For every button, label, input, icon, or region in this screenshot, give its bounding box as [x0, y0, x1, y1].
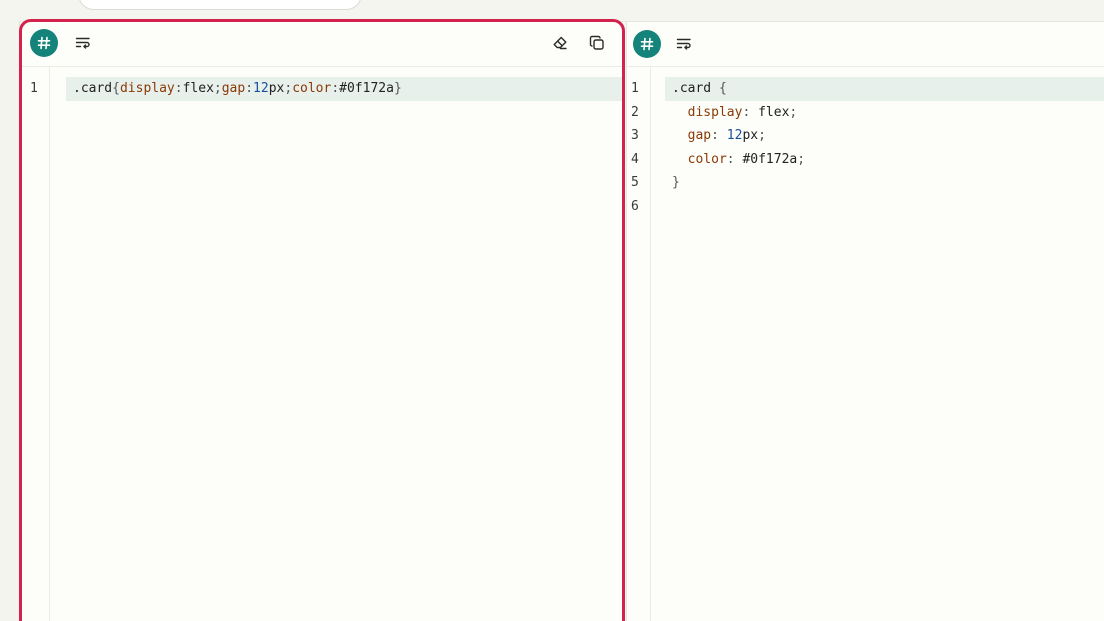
- code-token: :: [245, 81, 254, 96]
- line-number: 1: [631, 81, 639, 96]
- code-token: :: [711, 128, 727, 143]
- code-token: 12: [726, 128, 743, 143]
- code-token: px: [268, 81, 285, 96]
- output-code-editor[interactable]: 123456 .card { display: flex; gap: 12px;…: [627, 67, 1104, 621]
- code-token: ;: [284, 81, 293, 96]
- code-token: :: [726, 151, 743, 167]
- output-editor-pane: 123456 .card { display: flex; gap: 12px;…: [626, 22, 1104, 621]
- code-token: display: [119, 81, 175, 96]
- code-line[interactable]: [665, 195, 1104, 219]
- code-token: #0f172a: [742, 151, 798, 167]
- code-token: #0f172a: [339, 81, 394, 96]
- top-search-pill[interactable]: [78, 0, 362, 10]
- line-number: 5: [631, 175, 639, 190]
- line-number: 1: [30, 81, 38, 96]
- code-line[interactable]: .card {: [665, 77, 1104, 101]
- code-token: .card: [672, 81, 719, 96]
- code-token: gap: [687, 128, 712, 143]
- css-formatter-app: 1 .card{display:flex;gap:12px;color:#0f1…: [0, 0, 1104, 621]
- wrap-lines-button[interactable]: [70, 30, 96, 56]
- code-token: }: [672, 175, 680, 190]
- line-number: 2: [631, 104, 639, 120]
- code-line[interactable]: gap: 12px;: [665, 124, 1104, 148]
- eraser-icon: [553, 36, 567, 50]
- code-token: color: [292, 81, 332, 96]
- wrap-lines-icon: [676, 38, 691, 50]
- input-code-editor[interactable]: 1 .card{display:flex;gap:12px;color:#0f1…: [22, 67, 622, 621]
- code-token: flex: [182, 81, 214, 96]
- outer-side-strip: [0, 21, 20, 621]
- input-editor-toolbar: [22, 22, 622, 67]
- code-token: ;: [213, 81, 222, 96]
- code-content[interactable]: .card{display:flex;gap:12px;color:#0f172…: [66, 67, 622, 621]
- code-token: display: [687, 104, 743, 120]
- code-token: {: [112, 81, 120, 96]
- code-token: :: [742, 104, 759, 120]
- clear-button[interactable]: [547, 30, 573, 56]
- code-token: px: [742, 128, 759, 143]
- code-token: }: [393, 81, 402, 96]
- code-line[interactable]: }: [665, 171, 1104, 195]
- code-token: {: [718, 81, 727, 96]
- output-editor-toolbar: [627, 22, 1104, 67]
- code-token: 12: [253, 81, 269, 96]
- line-number-gutter: 1: [22, 67, 50, 621]
- line-number: 3: [631, 128, 639, 143]
- code-line[interactable]: display: flex;: [665, 101, 1104, 125]
- wrap-lines-icon: [75, 37, 90, 49]
- line-number: 4: [631, 151, 639, 167]
- code-token: gap: [221, 81, 246, 96]
- code-token: ;: [758, 128, 766, 143]
- code-token: :: [174, 81, 183, 96]
- code-line[interactable]: .card{display:flex;gap:12px;color:#0f172…: [66, 77, 622, 101]
- code-token: :: [331, 81, 340, 96]
- code-line[interactable]: color: #0f172a;: [665, 148, 1104, 172]
- line-number-gutter: 1 2 3 4 5 6: [627, 67, 651, 621]
- line-number: 6: [631, 198, 639, 214]
- code-token: ;: [797, 151, 806, 167]
- copy-icon: [589, 35, 604, 50]
- code-token: ;: [789, 104, 798, 120]
- code-token: flex: [758, 104, 790, 120]
- code-token: .card: [73, 81, 113, 96]
- copy-button[interactable]: [584, 30, 610, 56]
- code-token: color: [687, 151, 727, 167]
- hash-icon[interactable]: [633, 30, 661, 58]
- wrap-lines-button[interactable]: [671, 31, 697, 57]
- code-content[interactable]: .card { display: flex; gap: 12px; color:…: [665, 67, 1104, 621]
- hash-icon[interactable]: [30, 29, 58, 57]
- input-editor-pane: 1 .card{display:flex;gap:12px;color:#0f1…: [19, 19, 625, 621]
